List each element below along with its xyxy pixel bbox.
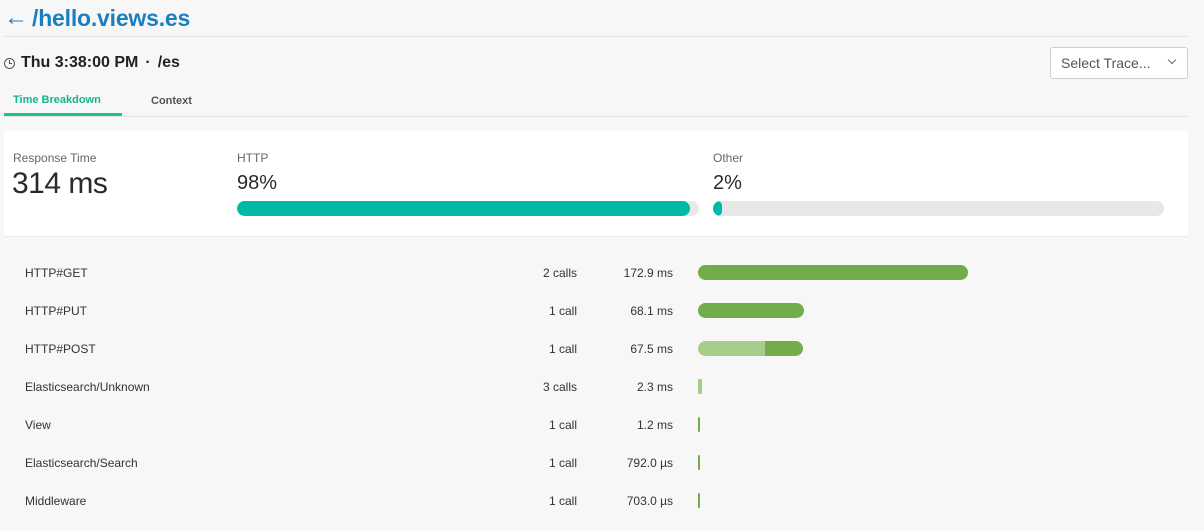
duration-bar-segment [765, 341, 804, 356]
layer-duration: 1.2 ms [636, 418, 673, 432]
other-progress-bar [713, 201, 1164, 216]
breakdown-row[interactable]: HTTP#POST 1 call 67.5 ms [0, 330, 1204, 368]
tab-context[interactable]: Context [142, 85, 201, 116]
layer-duration: 67.5 ms [630, 342, 673, 356]
title-row: ← /hello.views.es [4, 2, 190, 34]
duration-bar [698, 303, 805, 318]
duration-bar-light-segment [698, 341, 766, 356]
layer-name: HTTP#PUT [25, 304, 88, 318]
layer-duration: 172.9 ms [623, 266, 673, 280]
call-count: 2 calls [542, 266, 577, 280]
response-time-value: 314 ms [12, 167, 108, 200]
divider [4, 36, 1188, 37]
duration-bar-segment [698, 265, 968, 280]
other-label: Other [713, 151, 744, 165]
call-count: 1 call [548, 418, 577, 432]
layer-duration: 2.3 ms [636, 380, 673, 394]
layer-name: View [25, 418, 51, 432]
trace-path: /es [157, 54, 180, 71]
http-progress-bar [237, 201, 699, 216]
trace-timestamp: Thu 3:38:00 PM [21, 54, 139, 71]
duration-bar [698, 455, 700, 470]
duration-bar [698, 379, 702, 394]
call-count: 1 call [548, 342, 577, 356]
duration-bar-segment [698, 379, 702, 394]
breakdown-list: HTTP#GET 2 calls 172.9 ms HTTP#PUT 1 call 68.… [0, 254, 1204, 520]
layer-name: Middleware [25, 494, 87, 508]
trace-meta: Thu 3:38:00 PM · /es [4, 52, 180, 74]
layer-name: HTTP#POST [25, 342, 96, 356]
select-trace-dropdown[interactable]: Select Trace... [1050, 47, 1188, 79]
duration-bar [698, 265, 968, 280]
tab-time-breakdown[interactable]: Time Breakdown [4, 85, 122, 116]
duration-bar-segment [698, 455, 700, 470]
layer-duration: 792.0 µs [626, 456, 673, 470]
http-percent: 98% [237, 172, 278, 194]
left-arrow-icon[interactable]: ← [4, 6, 28, 30]
call-count: 1 call [548, 304, 577, 318]
http-label: HTTP [237, 151, 269, 165]
call-count: 1 call [548, 456, 577, 470]
breakdown-row[interactable]: HTTP#GET 2 calls 172.9 ms [0, 254, 1204, 292]
call-count: 1 call [548, 494, 577, 508]
tab-bar: Time Breakdown Context [4, 85, 201, 116]
meta-separator: · [145, 54, 151, 71]
layer-name: Elasticsearch/Search [25, 456, 138, 470]
duration-bar [698, 493, 700, 508]
http-progress-fill [237, 201, 690, 216]
page-title: /hello.views.es [32, 4, 191, 31]
summary-card: Response Time 314 ms HTTP 98% Other 2% [4, 131, 1188, 237]
layer-name: Elasticsearch/Unknown [25, 380, 150, 394]
duration-bar [698, 417, 700, 432]
layer-duration: 68.1 ms [630, 304, 673, 318]
response-time-label: Response Time [13, 151, 97, 165]
duration-bar [698, 341, 804, 356]
select-trace-label: Select Trace... [1061, 55, 1151, 71]
breakdown-row[interactable]: View 1 call 1.2 ms [0, 406, 1204, 444]
divider [4, 116, 1188, 117]
breakdown-row[interactable]: Elasticsearch/Unknown 3 calls 2.3 ms [0, 368, 1204, 406]
breakdown-row[interactable]: Middleware 1 call 703.0 µs [0, 482, 1204, 520]
trace-page: ← /hello.views.es Thu 3:38:00 PM · /es S… [0, 0, 1204, 531]
other-progress-fill [713, 201, 723, 216]
clock-icon [4, 57, 15, 69]
duration-bar-segment [698, 303, 805, 318]
breakdown-row[interactable]: Elasticsearch/Search 1 call 792.0 µs [0, 444, 1204, 482]
chevron-down-icon [1167, 55, 1177, 65]
call-count: 3 calls [542, 380, 577, 394]
other-percent: 2% [713, 172, 742, 194]
duration-bar-segment [698, 493, 700, 508]
breakdown-row[interactable]: HTTP#PUT 1 call 68.1 ms [0, 292, 1204, 330]
duration-bar-segment [698, 417, 700, 432]
layer-name: HTTP#GET [25, 266, 88, 280]
layer-duration: 703.0 µs [626, 494, 673, 508]
